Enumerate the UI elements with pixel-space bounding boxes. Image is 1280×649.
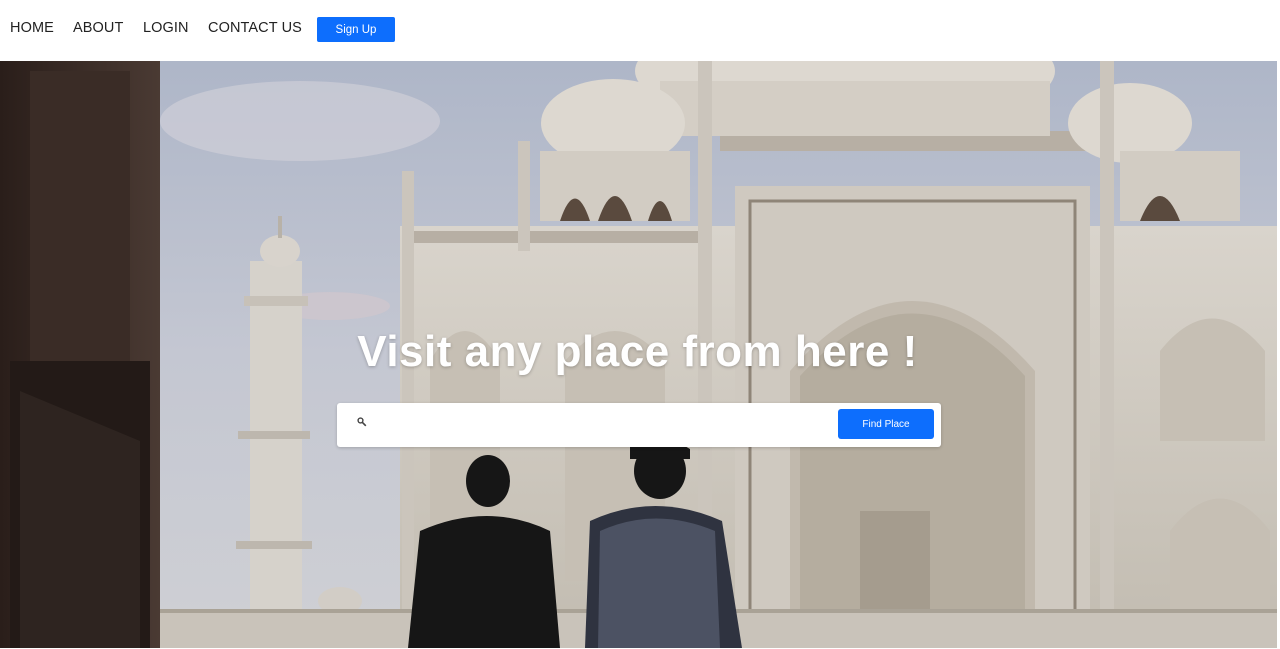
nav-login-link[interactable]: LOGIN (143, 20, 189, 36)
search-icon (357, 417, 371, 431)
nav-about-link[interactable]: ABOUT (73, 20, 123, 36)
find-place-button[interactable]: Find Place (838, 409, 934, 439)
hero-section: Visit any place from here ! Find Place (0, 61, 1277, 648)
nav-home-link[interactable]: HOME (10, 20, 54, 36)
top-navbar: HOME ABOUT LOGIN CONTACT US Sign Up (0, 0, 1280, 61)
hero-title: Visit any place from here ! (357, 327, 918, 376)
place-search-input[interactable] (377, 411, 827, 439)
search-bar: Find Place (337, 403, 941, 447)
signup-button[interactable]: Sign Up (317, 17, 395, 42)
nav-contact-link[interactable]: CONTACT US (208, 20, 302, 36)
